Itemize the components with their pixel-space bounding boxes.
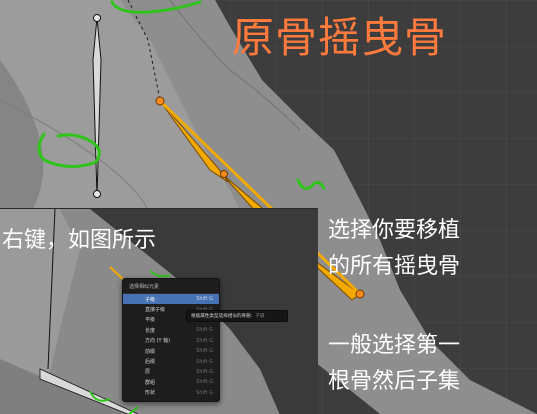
menu-tooltip: 根据属性类型选择相似的骨骼: 子级	[186, 310, 288, 322]
bone-joint[interactable]	[220, 170, 228, 178]
menu-item-shortcut: Shift G	[196, 296, 213, 303]
menu-item-shortcut: Shift G	[196, 327, 213, 334]
note-first-bone-line-2: 根骨然后子集	[328, 369, 461, 394]
menu-item[interactable]: 前缀 Shift G	[123, 346, 219, 356]
menu-item[interactable]: 长度 Shift G	[123, 325, 219, 335]
menu-item-shortcut: Shift G	[196, 358, 213, 365]
menu-item-shortcut: Shift G	[196, 348, 213, 355]
menu-item-label: 形状	[145, 390, 156, 397]
select-similar-menu[interactable]: 选择相似元素 子级 Shift G 直接子级 Shift G 平级 Shift G 长度 Sh…	[122, 278, 220, 402]
note-select-all: 选择你要移植 的所有摇曳骨	[328, 213, 460, 285]
menu-item-label: 层	[145, 369, 151, 376]
note-right-click: 右键，如图所示	[2, 228, 157, 253]
menu-item[interactable]: 层 Shift G	[123, 367, 219, 377]
note-select-all-line-2: 的所有摇曳骨	[328, 254, 461, 279]
menu-item-label: 方向 (Y 轴)	[145, 338, 171, 345]
menu-item-label: 前缀	[145, 348, 156, 355]
note-first-bone-line-1: 一般选择第一	[328, 333, 461, 358]
tooltip-hint: 子级	[255, 314, 265, 319]
note-first-bone: 一般选择第一 根骨然后子集	[328, 328, 460, 400]
menu-item[interactable]: 形状 Shift G	[123, 388, 219, 398]
page-title: 原骨摇曳骨	[232, 13, 448, 62]
3d-viewport[interactable]: 选择相似元素 子级 Shift G 直接子级 Shift G 平级 Shift G 长度 Sh…	[0, 0, 537, 414]
menu-item-shortcut: Shift G	[196, 389, 213, 396]
menu-item-label: 后缀	[145, 359, 156, 366]
bone-joint[interactable]	[155, 96, 165, 106]
menu-item-label: 直接子级	[145, 307, 166, 314]
menu-item[interactable]: 后缀 Shift G	[123, 356, 219, 366]
menu-item-shortcut: Shift G	[196, 337, 213, 344]
menu-item[interactable]: 子级 Shift G	[123, 294, 219, 305]
menu-item[interactable]: 方向 (Y 轴) Shift G	[123, 336, 219, 346]
menu-title: 选择相似元素	[123, 281, 219, 294]
menu-item[interactable]: 群组 Shift G	[123, 377, 219, 387]
menu-item-label: 群组	[145, 379, 156, 386]
menu-item-label: 长度	[145, 327, 156, 334]
menu-item-shortcut: Shift G	[196, 368, 213, 375]
tooltip-text: 根据属性类型选择相似的骨骼:	[191, 314, 253, 319]
menu-item-label: 平级	[145, 317, 156, 324]
menu-item-shortcut: Shift G	[196, 379, 213, 386]
menu-item-label: 子级	[145, 296, 156, 303]
bone-joint[interactable]	[355, 289, 365, 299]
note-select-all-line-1: 选择你要移植	[328, 218, 461, 243]
